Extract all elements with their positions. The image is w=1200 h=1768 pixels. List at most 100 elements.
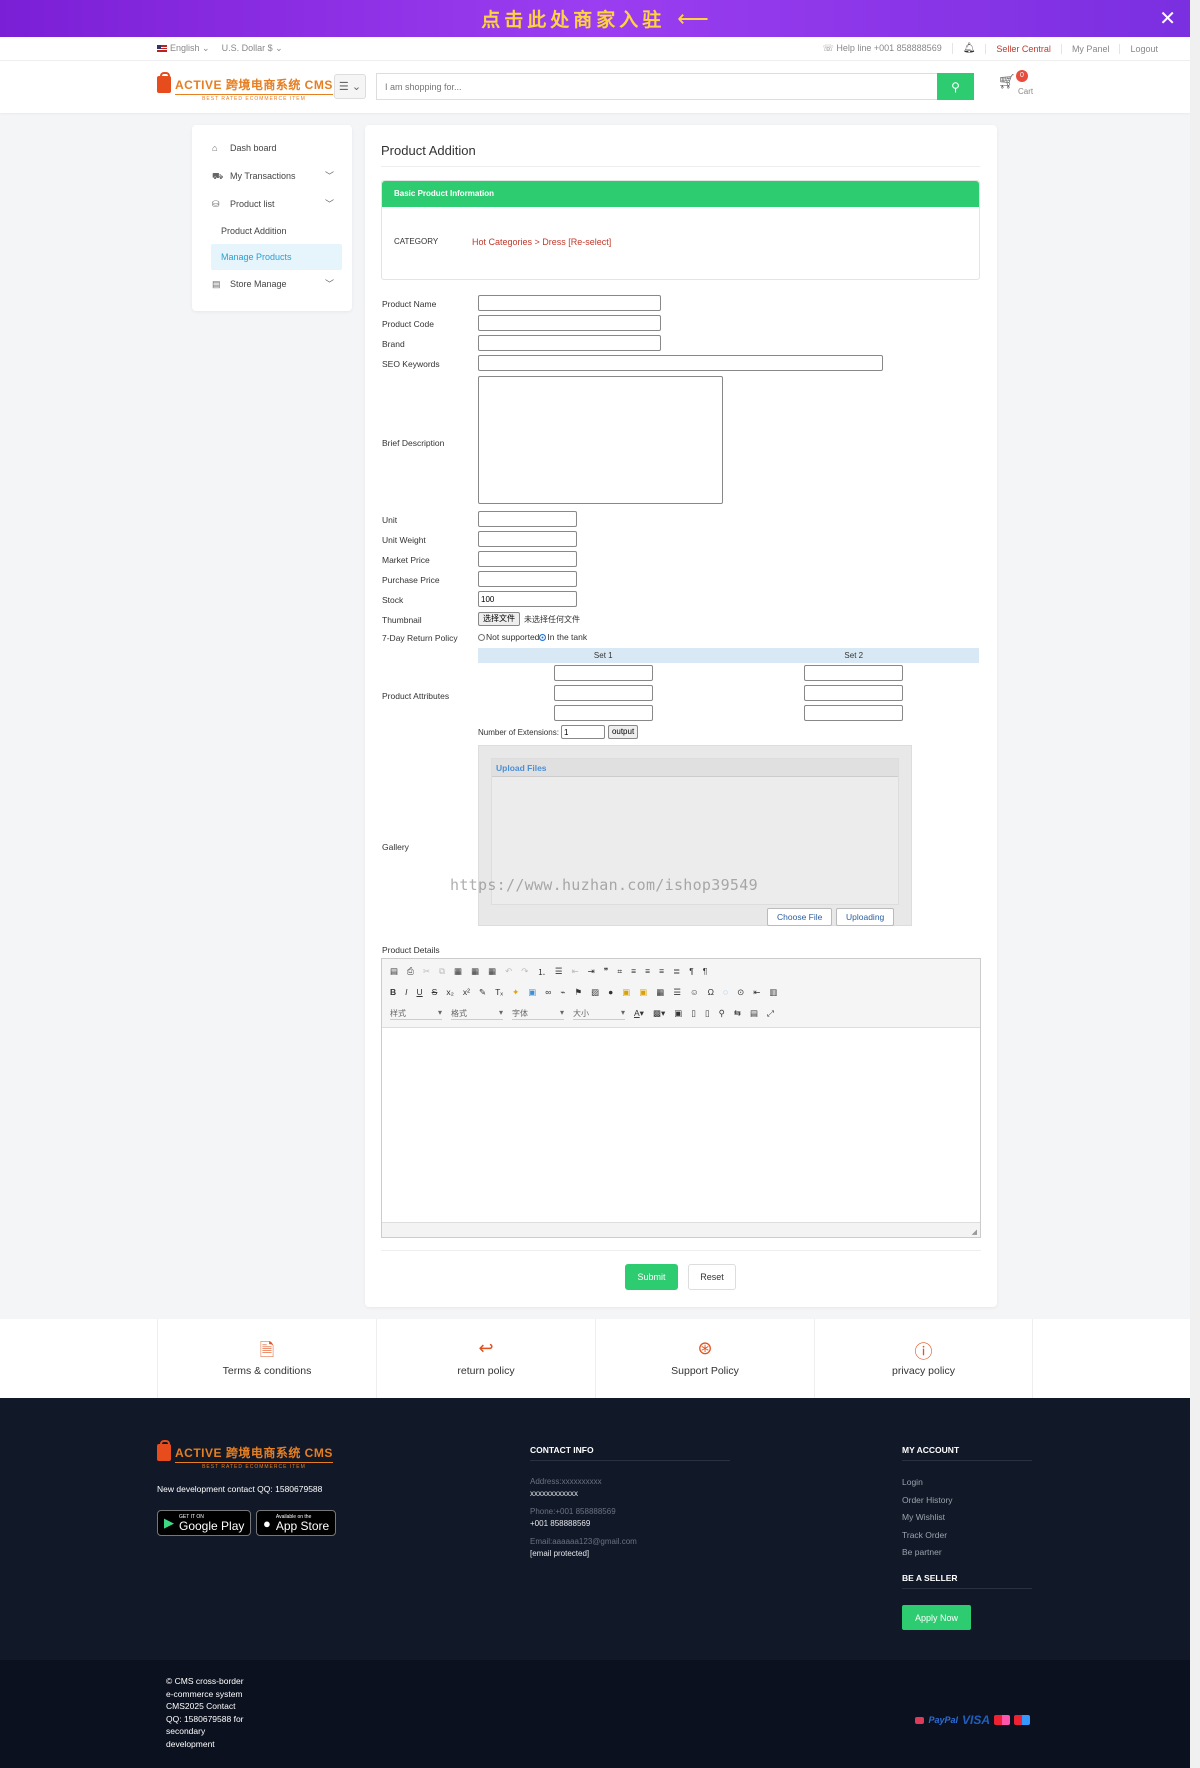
size-dropdown[interactable]: 大小 ▾ (573, 1008, 625, 1020)
policy-return[interactable]: ↩ return policy (376, 1319, 595, 1398)
file-icon[interactable]: ▣ (639, 987, 647, 998)
cut-icon[interactable]: ✂ (423, 966, 430, 978)
numbered-list-icon[interactable]: ⒈ (537, 966, 546, 978)
page-scrollbar[interactable] (1190, 0, 1200, 1768)
site-logo[interactable]: ACTIVE 跨境电商系统 CMS BEST RATED ECOMMERCE I… (157, 72, 333, 102)
hr-icon[interactable]: ☰ (673, 987, 681, 998)
seller-central-link[interactable]: Seller Central (985, 43, 1061, 54)
outdent-icon[interactable]: ⇤ (572, 966, 579, 978)
promo-banner[interactable]: 点击此处商家入驻 ⟵ ✕ (0, 0, 1190, 37)
align-left-icon[interactable]: ≡ (631, 966, 636, 978)
sidebar-item-store-manage[interactable]: ▤ Store Manage ﹀ (192, 270, 352, 298)
apply-now-button[interactable]: Apply Now (902, 1605, 971, 1630)
policy-support[interactable]: ⊛ Support Policy (595, 1319, 814, 1398)
template-icon[interactable]: ✦ (512, 987, 519, 998)
category-value[interactable]: Hot Categories > Dress [Re-select] (472, 237, 611, 247)
attr-set-2-input[interactable] (804, 665, 903, 681)
attr-set-1-input[interactable] (554, 705, 653, 721)
page-break-icon[interactable]: ⊙ (737, 987, 744, 998)
sidebar-item-transactions[interactable]: ⛟ My Transactions ﹀ (192, 162, 352, 190)
fullscreen-icon[interactable]: ⤢ (767, 1008, 774, 1020)
footer-link-wishlist[interactable]: My Wishlist (902, 1512, 945, 1522)
underline-icon[interactable]: U (417, 987, 423, 998)
language-selector[interactable]: English ⌄ (157, 43, 210, 54)
banner-text[interactable]: 点击此处商家入驻 (481, 5, 665, 32)
email-value[interactable]: [email protected] (530, 1549, 589, 1558)
indent-icon[interactable]: ⇥ (588, 966, 595, 978)
choose-thumbnail-button[interactable]: 选择文件 (478, 612, 520, 626)
attr-set-1-input[interactable] (554, 665, 653, 681)
omega-icon[interactable]: Ω (708, 987, 714, 998)
policy-privacy[interactable]: ⓘ privacy policy (814, 1319, 1033, 1398)
app-store-button[interactable]: ● Available on the App Store (256, 1510, 337, 1536)
extensions-input[interactable] (560, 725, 605, 739)
remove-format-icon[interactable]: Tₓ (495, 987, 503, 998)
redo-icon[interactable]: ↷ (521, 966, 528, 978)
media-icon[interactable]: ▣ (622, 987, 630, 998)
brief-description-textarea[interactable] (478, 376, 723, 504)
speech-icon[interactable]: ◌ (723, 987, 728, 998)
show-blocks-icon[interactable]: ▤ (750, 1008, 758, 1020)
copy-format-icon[interactable]: ✎ (479, 987, 486, 998)
unlink-icon[interactable]: ⌁ (560, 987, 565, 998)
my-panel-link[interactable]: My Panel (1060, 43, 1120, 54)
footer-link-track-order[interactable]: Track Order (902, 1530, 947, 1540)
reset-button[interactable]: Reset (688, 1264, 736, 1290)
bell-icon[interactable]: 🔔︎ (951, 43, 986, 54)
style-dropdown[interactable]: 样式 ▾ (390, 1008, 442, 1020)
rtl-icon[interactable]: ¶ (703, 966, 708, 978)
footer-link-login[interactable]: Login (902, 1477, 923, 1487)
code-icon[interactable]: ▥ (769, 987, 777, 998)
google-play-button[interactable]: ▶ GET IT ON Google Play (157, 1510, 252, 1536)
sidebar-subitem-manage-products[interactable]: Manage Products (211, 244, 342, 270)
bg-color-icon[interactable]: ▩▾ (653, 1008, 665, 1020)
iframe-icon[interactable]: ⇤ (753, 987, 760, 998)
footer-link-order-history[interactable]: Order History (902, 1495, 953, 1505)
submit-button[interactable]: Submit (625, 1264, 678, 1290)
editor-content[interactable] (382, 1028, 980, 1222)
anchor-icon[interactable]: ▣ (528, 987, 536, 998)
bold-icon[interactable]: B (390, 987, 396, 998)
menu-toggle-button[interactable]: ☰ ⌄ (334, 74, 366, 99)
radio-in-the-tank[interactable] (539, 633, 547, 641)
align-right-icon[interactable]: ≡ (659, 966, 664, 978)
footer-link-be-partner[interactable]: Be partner (902, 1547, 942, 1557)
logout-link[interactable]: Logout (1119, 43, 1168, 54)
maximize-icon[interactable]: ▣ (674, 1008, 682, 1020)
upload-files-title[interactable]: Upload Files (492, 759, 898, 777)
sidebar-item-dashboard[interactable]: ⌂ Dash board (192, 134, 352, 162)
product-name-input[interactable] (478, 295, 661, 311)
uploading-button[interactable]: Uploading (836, 908, 895, 926)
close-icon[interactable]: ✕ (1159, 6, 1176, 31)
undo-icon[interactable]: ↶ (505, 966, 512, 978)
source-icon[interactable]: ▤ (390, 966, 398, 978)
strike-icon[interactable]: S (432, 987, 438, 998)
search-input[interactable] (376, 73, 937, 100)
stock-input[interactable] (478, 591, 577, 607)
currency-selector[interactable]: U.S. Dollar $ ⌄ (222, 43, 283, 54)
radio-not-supported[interactable] (478, 633, 485, 641)
sidebar-item-product-list[interactable]: ⛁ Product list ﹀ (192, 190, 352, 218)
paste-icon[interactable]: ▦ (454, 966, 462, 978)
market-price-input[interactable] (478, 551, 577, 567)
align-center-icon[interactable]: ≡ (645, 966, 650, 978)
choose-file-button[interactable]: Choose File (767, 908, 833, 926)
bullet-list-icon[interactable]: ☰ (555, 966, 563, 978)
replace-icon[interactable]: ⇆ (734, 1008, 741, 1020)
format-dropdown[interactable]: 格式 ▾ (451, 1008, 503, 1020)
ltr-icon[interactable]: ¶ (689, 966, 694, 978)
output-button[interactable]: output (607, 725, 639, 739)
policy-terms[interactable]: 🗎︎ Terms & conditions (157, 1319, 376, 1398)
subscript-icon[interactable]: x₂ (446, 987, 454, 998)
sidebar-subitem-product-addition[interactable]: Product Addition (192, 218, 352, 244)
attr-set-2-input[interactable] (804, 705, 903, 721)
unit-input[interactable] (478, 511, 577, 527)
align-justify-icon[interactable]: ≣ (673, 966, 680, 978)
italic-icon[interactable]: I (405, 987, 407, 998)
link-icon[interactable]: ∞ (545, 987, 551, 998)
print-icon[interactable]: ⎙ (407, 966, 414, 978)
find-icon[interactable]: ⚲ (719, 1008, 725, 1020)
flag-icon[interactable]: ⚑ (574, 987, 582, 998)
font-dropdown[interactable]: 字体 ▾ (512, 1008, 564, 1020)
image-icon[interactable]: ▨ (591, 987, 599, 998)
